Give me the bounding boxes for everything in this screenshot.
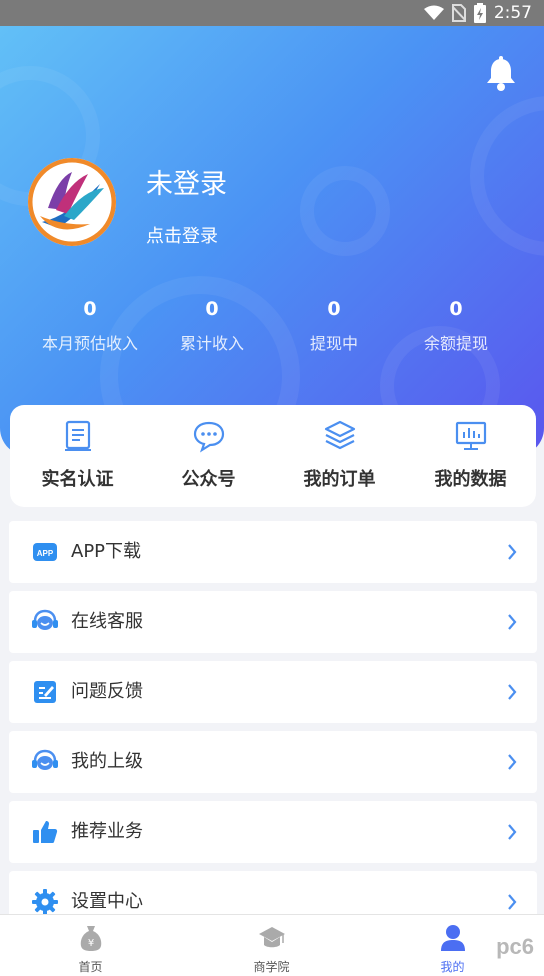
chart-monitor-icon (455, 421, 486, 450)
menu-my-superior[interactable]: 我的上级 (9, 731, 537, 793)
chevron-right-icon (508, 684, 517, 700)
bottom-tab-bar: ¥ 首页 商学院 我的 (0, 914, 544, 976)
chevron-right-icon (508, 614, 517, 630)
feedback-edit-icon (34, 681, 56, 703)
thumbs-up-icon (33, 821, 58, 843)
avatar[interactable] (28, 158, 116, 246)
status-bar: 2:57 (0, 0, 544, 26)
stat-monthly-estimate[interactable]: 0 本月预估收入 (22, 294, 158, 354)
menu-recommend-business[interactable]: 推荐业务 (9, 801, 537, 863)
watermark: pc6 (496, 934, 534, 959)
graduation-cap-icon (258, 927, 285, 948)
gear-icon (32, 889, 58, 915)
quick-my-orders[interactable]: 我的订单 (274, 405, 405, 507)
menu-app-download[interactable]: APP APP下载 (9, 521, 537, 583)
no-sim-icon (451, 4, 466, 22)
wifi-icon (423, 5, 444, 20)
layers-icon (324, 420, 355, 450)
tab-business-school[interactable]: 商学院 (181, 915, 362, 976)
chevron-right-icon (508, 894, 517, 910)
money-bag-icon: ¥ (80, 926, 101, 951)
svg-text:APP: APP (37, 549, 54, 558)
user-name: 未登录 (146, 169, 227, 200)
chevron-right-icon (508, 544, 517, 560)
tab-home[interactable]: ¥ 首页 (0, 915, 181, 976)
chat-bubble-icon (193, 421, 224, 453)
quick-official-account[interactable]: 公众号 (143, 405, 274, 507)
quick-real-name-auth[interactable]: 实名认证 (12, 405, 143, 507)
quick-my-data[interactable]: 我的数据 (405, 405, 536, 507)
headset-icon (32, 749, 58, 770)
stat-withdrawing[interactable]: 0 提现中 (266, 294, 402, 354)
notification-bell-icon[interactable] (484, 56, 518, 92)
menu-online-service[interactable]: 在线客服 (9, 591, 537, 653)
stat-balance-withdraw[interactable]: 0 余额提现 (388, 294, 524, 354)
person-icon (440, 925, 465, 951)
login-link[interactable]: 点击登录 (146, 222, 218, 248)
headset-icon (32, 609, 58, 630)
svg-text:¥: ¥ (87, 938, 93, 949)
id-card-icon (64, 420, 91, 451)
earnings-stats: 0 本月预估收入 0 累计收入 0 提现中 0 余额提现 (0, 294, 544, 364)
app-icon: APP (33, 543, 57, 561)
chevron-right-icon (508, 754, 517, 770)
logo-icon (28, 158, 116, 246)
clock: 2:57 (493, 3, 532, 23)
menu-feedback[interactable]: 问题反馈 (9, 661, 537, 723)
chevron-right-icon (508, 824, 517, 840)
battery-icon (473, 3, 486, 23)
quick-actions: 实名认证 公众号 我的订单 我的数据 (10, 405, 536, 507)
stat-total-income[interactable]: 0 累计收入 (144, 294, 280, 354)
profile-header: 未登录 点击登录 0 本月预估收入 0 累计收入 0 提现中 0 余额提现 (0, 26, 544, 456)
